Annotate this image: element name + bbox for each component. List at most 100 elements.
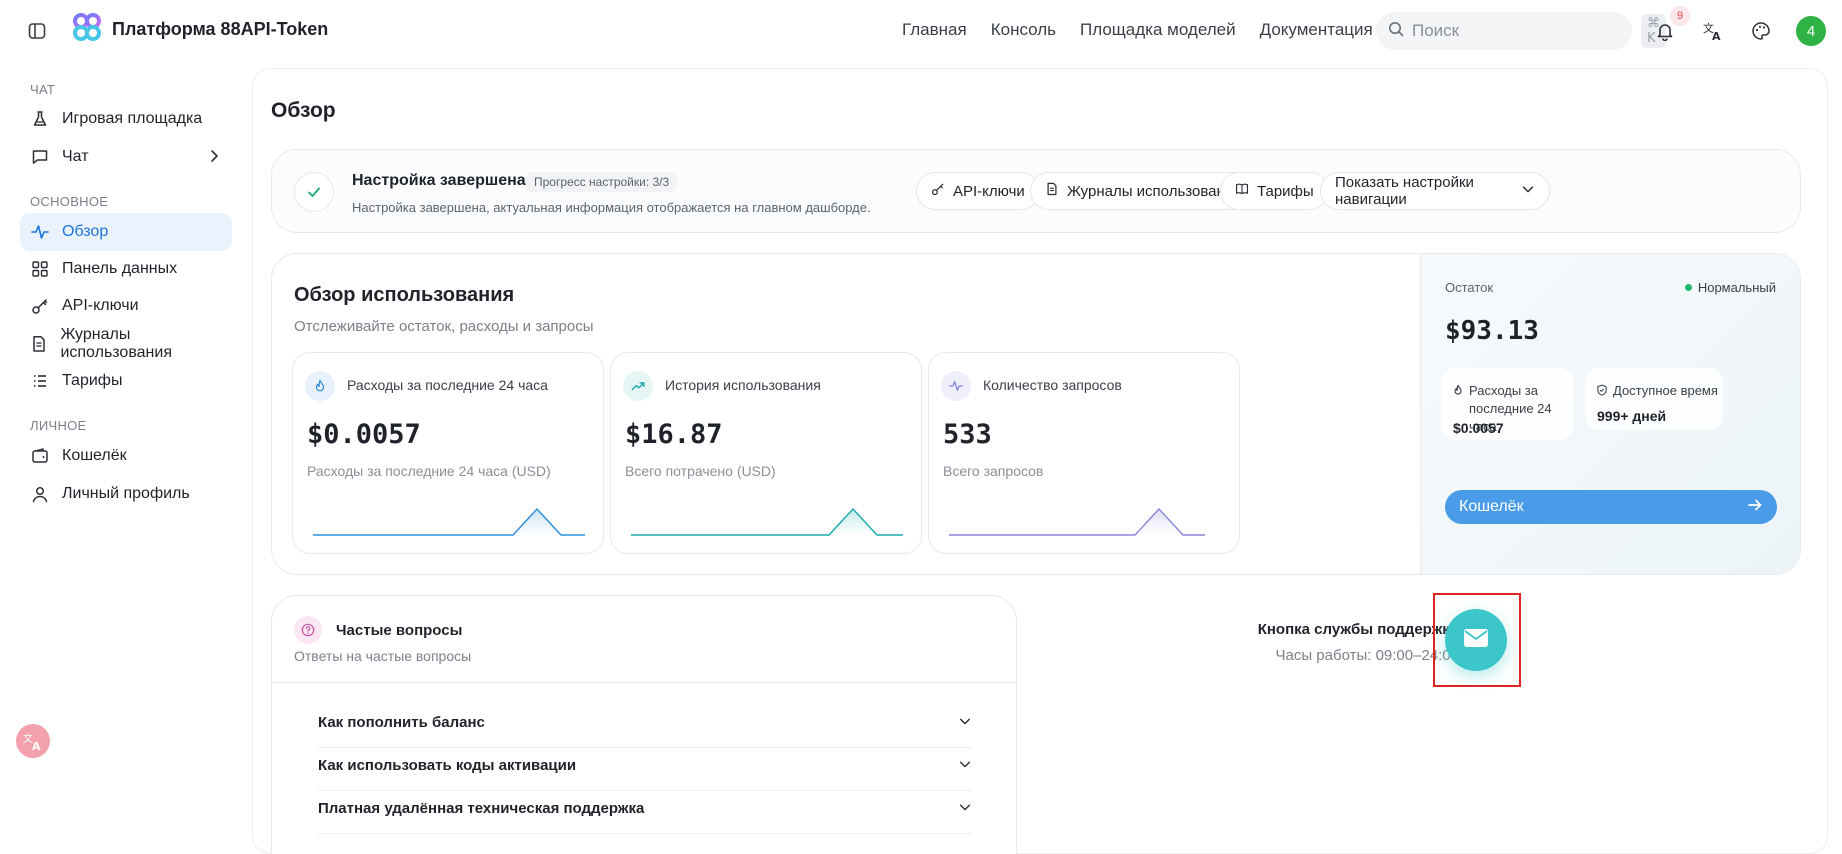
request-count-caption: Всего запросов [943,463,1044,479]
balance-amount: $93.13 [1445,316,1539,346]
spend-24h-card[interactable]: Расходы за последние 24 часа $0.0057 Рас… [292,352,604,554]
sidebar-item-playground[interactable]: Игровая площадка [20,100,232,138]
flame-icon [305,371,335,401]
sidebar-item-wallet[interactable]: Кошелёк [20,437,232,475]
sidebar-item-overview[interactable]: Обзор [20,213,232,251]
avatar[interactable]: 4 [1796,16,1826,46]
sidebar-item-dashboard[interactable]: Панель данных [20,250,232,288]
request-count-sparkline [949,507,1205,536]
main-panel: Обзор Настройка завершена Прогресс настр… [252,68,1828,854]
palette-icon[interactable] [1746,16,1776,46]
sidebar-item-pricing[interactable]: Тарифы [20,362,232,400]
faq-subtitle: Ответы на частые вопросы [294,648,472,664]
usage-history-card[interactable]: История использования $16.87 Всего потра… [610,352,922,554]
top-nav: Главная Консоль Площадка моделей Докумен… [902,20,1373,40]
flask-icon [30,109,50,129]
spend-24h-sparkline [313,507,585,536]
grid-icon [30,259,50,279]
usage-history-caption: Всего потрачено (USD) [625,463,776,479]
sidebar-item-profile[interactable]: Личный профиль [20,475,232,513]
balance-status-text: Нормальный [1697,280,1776,295]
page-title: Обзор [271,99,336,122]
spend-24h-label: Расходы за последние 24 часа [347,377,548,393]
document-icon [30,334,48,354]
usage-logs-button-label: Журналы использования [1067,182,1242,200]
sidebar-item-label: Панель данных [62,260,178,277]
spend-24h-caption: Расходы за последние 24 часа (USD) [307,463,551,479]
usage-subtitle: Отслеживайте остаток, расходы и запросы [294,318,594,335]
sidebar-item-api-keys[interactable]: API-ключи [20,287,232,325]
sidebar-section-chat: ЧАТ [30,82,56,97]
faq-title: Частые вопросы [336,622,463,639]
usage-title: Обзор использования [294,284,515,306]
usage-history-value: $16.87 [625,419,723,450]
book-icon [1235,182,1249,200]
pricing-button[interactable]: Тарифы [1220,172,1329,210]
user-icon [30,484,50,504]
sidebar-section-main: ОСНОВНОЕ [30,194,109,209]
brand-title: Платформа 88API-Token [112,19,329,39]
chevron-down-icon [958,714,972,732]
key-icon [30,296,50,316]
request-count-card[interactable]: Количество запросов 533 Всего запросов [928,352,1240,554]
brand[interactable]: Платформа 88API-Token [72,12,328,47]
search-input[interactable] [1412,21,1633,41]
faq-question: Как пополнить баланс [318,714,485,731]
balance-status: Нормальный [1684,280,1776,295]
balance-spend-value: $0.0057 [1453,420,1504,436]
nav-docs[interactable]: Документация [1260,20,1373,40]
setup-status-bar: Настройка завершена Прогресс настройки: … [271,149,1801,233]
usage-history-sparkline [631,507,903,536]
wallet-button-label: Кошелёк [1459,498,1524,515]
nav-home[interactable]: Главная [902,20,967,40]
sidebar-item-label: Обзор [62,223,109,240]
request-count-label: Количество запросов [983,377,1122,393]
check-icon [294,172,334,212]
support-button[interactable] [1445,609,1507,671]
nav-models[interactable]: Площадка моделей [1080,20,1236,40]
trending-up-icon [623,371,653,401]
show-nav-settings-button[interactable]: Показать настройки навигации [1320,172,1550,210]
api-keys-button-label: API-ключи [953,182,1025,200]
faq-question: Платная удалённая техническая поддержка [318,800,645,817]
wallet-button[interactable]: Кошелёк [1445,490,1777,524]
status-dot-icon [1684,284,1692,291]
logo-icon [72,12,102,47]
sidebar-item-label: Личный профиль [62,485,190,502]
pulse-icon [941,371,971,401]
help-circle-icon [294,616,322,644]
sidebar-item-label: Игровая площадка [62,110,203,127]
search-icon [1388,21,1404,42]
api-keys-button[interactable]: API-ключи [916,172,1040,210]
sidebar-item-label: Кошелёк [62,447,127,464]
balance-time-label: Доступное время [1613,383,1718,398]
mail-icon [1463,628,1489,653]
chevron-down-icon [1521,182,1535,200]
balance-spend-box: Расходы за последние 24 часа $0.0057 [1441,368,1573,440]
faq-card: Частые вопросы Ответы на частые вопросы … [271,595,1017,854]
request-count-value: 533 [943,419,992,450]
chevron-down-icon [958,800,972,818]
shield-check-icon [1596,383,1608,401]
support-hours: Часы работы: 09:00–24:00 [1275,647,1459,664]
chevron-right-icon[interactable] [206,148,222,169]
search-box[interactable]: ⌘ K [1376,12,1666,50]
support-title: Кнопка службы поддержки [1257,621,1459,638]
sidebar-item-usage-logs[interactable]: Журналы использования [20,325,232,363]
usage-history-label: История использования [665,377,821,393]
pricing-button-label: Тарифы [1257,182,1314,200]
top-bar: Платформа 88API-Token Главная Консоль Пл… [0,0,1842,62]
activity-icon [30,222,50,242]
show-nav-settings-label: Показать настройки навигации [1335,174,1474,208]
sidebar-item-chat[interactable]: Чат [20,138,232,176]
key-icon [931,182,945,200]
faq-question: Как использовать коды активации [318,757,577,774]
nav-console[interactable]: Консоль [991,20,1056,40]
message-icon [30,147,50,167]
translate-icon[interactable]: 文A [1698,16,1728,46]
faq-item-remote-support[interactable]: Платная удалённая техническая поддержка [318,784,972,834]
chevron-down-icon [958,757,972,775]
balance-time-box: Доступное время 999+ дней [1585,368,1723,430]
sidebar-toggle-icon[interactable] [26,20,48,42]
floating-translate-icon[interactable]: 文A [16,724,50,758]
